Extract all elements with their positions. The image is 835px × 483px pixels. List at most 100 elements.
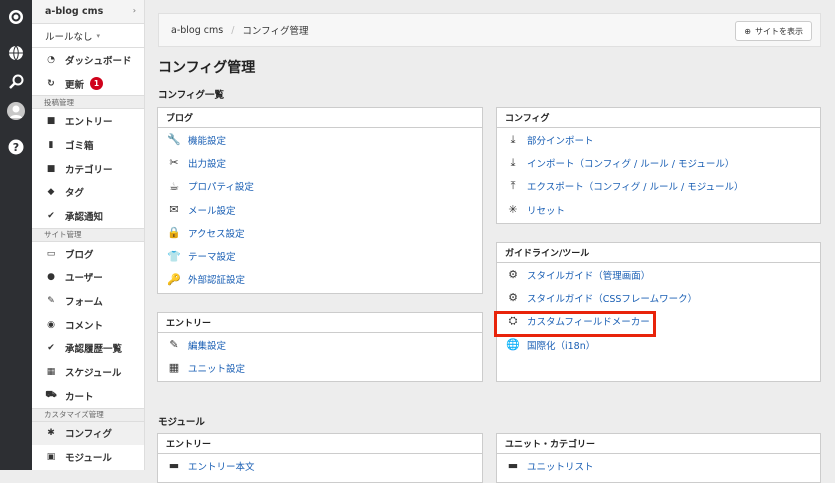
panel-title: ユニット・カテゴリー — [497, 434, 820, 454]
key-icon: 🔑 — [167, 272, 181, 286]
sidebar-item[interactable]: ◉ コメント — [32, 313, 144, 337]
sidebar-item[interactable]: ● ユーザー — [32, 266, 144, 290]
sidebar-item[interactable]: ▮ ゴミ箱 — [32, 133, 144, 157]
mail-icon: ✉ — [169, 203, 179, 217]
breadcrumb-separator: / — [231, 24, 235, 36]
check-icon: ✔ — [47, 210, 55, 221]
panel-link[interactable]: ✳ リセット — [497, 198, 820, 221]
show-site-button[interactable]: ⊕ サイトを表示 — [735, 21, 812, 41]
sidebar-item[interactable]: ✔ 承認通知 — [32, 204, 144, 228]
panel-title: ブログ — [158, 108, 482, 128]
lock-icon: 🔒 — [167, 226, 181, 240]
search-icon[interactable] — [7, 73, 25, 91]
rule-label: ルールなし — [45, 31, 93, 43]
import-icon: ⤓ — [510, 155, 516, 169]
export-icon: ⤒ — [510, 179, 516, 193]
site-selector[interactable]: a-blog cms › — [32, 0, 144, 24]
sidebar-item-label: ダッシュボード — [65, 55, 132, 67]
panel-config: コンフィグ ⤓ 部分インポート ⤓ インポート（コンフィグ / ルール / モジュール）… — [496, 107, 821, 224]
panel-link[interactable]: ▬ エントリー本文 — [158, 454, 482, 477]
form-icon: ✎ — [47, 296, 55, 307]
sidebar-item[interactable]: ◆ タグ — [32, 180, 144, 204]
sidebar-item[interactable]: ◔ ダッシュボード — [32, 48, 144, 72]
panel-link[interactable]: ⤒ エクスポート（コンフィグ / ルール / モジュール） — [497, 175, 820, 198]
sidebar-item[interactable]: ■ エントリー — [32, 109, 144, 133]
user-icon: ● — [47, 272, 55, 283]
comment-icon: ◉ — [47, 319, 55, 330]
panel-link[interactable]: ✎ 編集設定 — [158, 333, 482, 356]
update-icon: ↻ — [47, 78, 55, 89]
reset-icon: ✳ — [508, 203, 518, 217]
logo-icon[interactable] — [7, 8, 25, 26]
sidebar-item[interactable]: ▣ モジュール — [32, 445, 144, 469]
panel-link[interactable]: 🔑 外部認証設定 — [158, 268, 482, 291]
panel-link[interactable]: ⚙ スタイルガイド（CSSフレームワーク） — [497, 286, 820, 309]
sidebar-item-label: 承認履歴一覧 — [65, 344, 123, 356]
help-icon[interactable]: ? — [7, 138, 25, 156]
calendar-icon: ▦ — [46, 367, 56, 378]
sidebar-item-label: タグ — [65, 188, 85, 200]
panel-link-label: テーマ設定 — [188, 252, 236, 264]
sidebar-item-label: モジュール — [65, 453, 112, 465]
panel-link[interactable]: 🌐 国際化（i18n） — [497, 333, 820, 356]
breadcrumb-root[interactable]: a-blog cms — [171, 25, 223, 36]
panel-link[interactable]: 🔒 アクセス設定 — [158, 221, 482, 244]
panel-link-label: 外部認証設定 — [188, 275, 246, 287]
panel-link[interactable]: ⚙ スタイルガイド（管理画面） — [497, 263, 820, 286]
panel-link-label: ユニットリスト — [527, 461, 594, 473]
sidebar-section-title: 投稿管理 — [32, 95, 144, 110]
breadcrumb: a-blog cms / コンフィグ管理 ⊕ サイトを表示 — [158, 13, 821, 47]
sidebar-item-label: 更新 — [65, 79, 85, 91]
panel-guidelines: ガイドライン/ツール ⚙ スタイルガイド（管理画面） ⚙ スタイルガイド（CSSフレーム… — [496, 242, 821, 382]
sidebar-item[interactable]: ■ カテゴリー — [32, 157, 144, 181]
sidebar-item-label: ゴミ箱 — [65, 140, 94, 152]
unit-icon: ▦ — [168, 361, 180, 375]
panel-link-label: ユニット設定 — [188, 363, 246, 375]
panel-link[interactable]: ⤓ インポート（コンフィグ / ルール / モジュール） — [497, 151, 820, 174]
panel-link[interactable]: ▦ ユニット設定 — [158, 356, 482, 379]
property-icon: ☕ — [169, 179, 179, 193]
globe-icon: 🌐 — [506, 338, 520, 352]
sidebar-item-label: ユーザー — [65, 273, 103, 285]
sidebar-item-label: フォーム — [65, 297, 103, 309]
panel-link[interactable]: ✉ メール設定 — [158, 198, 482, 221]
sidebar-item-label: コンフィグ — [65, 429, 113, 441]
category-icon: ■ — [46, 163, 56, 174]
tag-icon: ◆ — [47, 187, 55, 198]
dashboard-icon: ◔ — [47, 54, 55, 65]
panel-title: エントリー — [158, 313, 482, 333]
update-count-badge: 1 — [90, 77, 104, 91]
avatar-icon[interactable] — [7, 102, 25, 120]
rule-selector[interactable]: ルールなし ▾ — [32, 24, 144, 48]
panel-link[interactable]: ⤓ 部分インポート — [497, 128, 820, 151]
sidebar-item[interactable]: ▦ スケジュール — [32, 360, 144, 384]
show-site-label: サイトを表示 — [755, 26, 803, 36]
panel-link[interactable]: 👕 テーマ設定 — [158, 244, 482, 267]
entry-icon: ■ — [46, 116, 56, 127]
wrench-icon: 🔧 — [167, 133, 181, 147]
globe-icon[interactable] — [7, 44, 25, 62]
panel-link[interactable]: ⛭ カスタムフィールドメーカー — [497, 310, 820, 333]
edit-icon: ✎ — [169, 338, 179, 352]
panel-link[interactable]: ▬ ユニットリスト — [497, 454, 820, 477]
blog-icon: ▭ — [46, 248, 56, 259]
sidebar-item[interactable]: ✱ コンフィグ — [32, 421, 144, 446]
import-icon: ⤓ — [510, 132, 516, 146]
list-icon: ▬ — [168, 459, 180, 473]
sidebar-item[interactable]: ✔ 承認履歴一覧 — [32, 337, 144, 361]
sidebar-item[interactable]: ⛟ カート — [32, 384, 144, 408]
sidebar-item[interactable]: ✎ フォーム — [32, 289, 144, 313]
trash-icon: ▮ — [48, 139, 54, 150]
sidebar-top-items: ◔ ダッシュボード ↻ 更新 1 — [32, 48, 144, 95]
panel-link[interactable]: ✂ 出力設定 — [158, 151, 482, 174]
panel-title: エントリー — [158, 434, 482, 454]
chevron-right-icon: › — [132, 6, 136, 15]
panel-link[interactable]: ☕ プロパティ設定 — [158, 175, 482, 198]
sidebar-item[interactable]: ▭ ブログ — [32, 242, 144, 266]
panel-link-label: アクセス設定 — [188, 228, 245, 240]
panel-link[interactable]: 🔧 機能設定 — [158, 128, 482, 151]
panel-link-label: スタイルガイド（管理画面） — [527, 270, 651, 282]
list-icon: ▬ — [507, 459, 519, 473]
sidebar-item[interactable]: ↻ 更新 1 — [32, 72, 144, 96]
panel-link-label: エントリー本文 — [188, 461, 255, 473]
